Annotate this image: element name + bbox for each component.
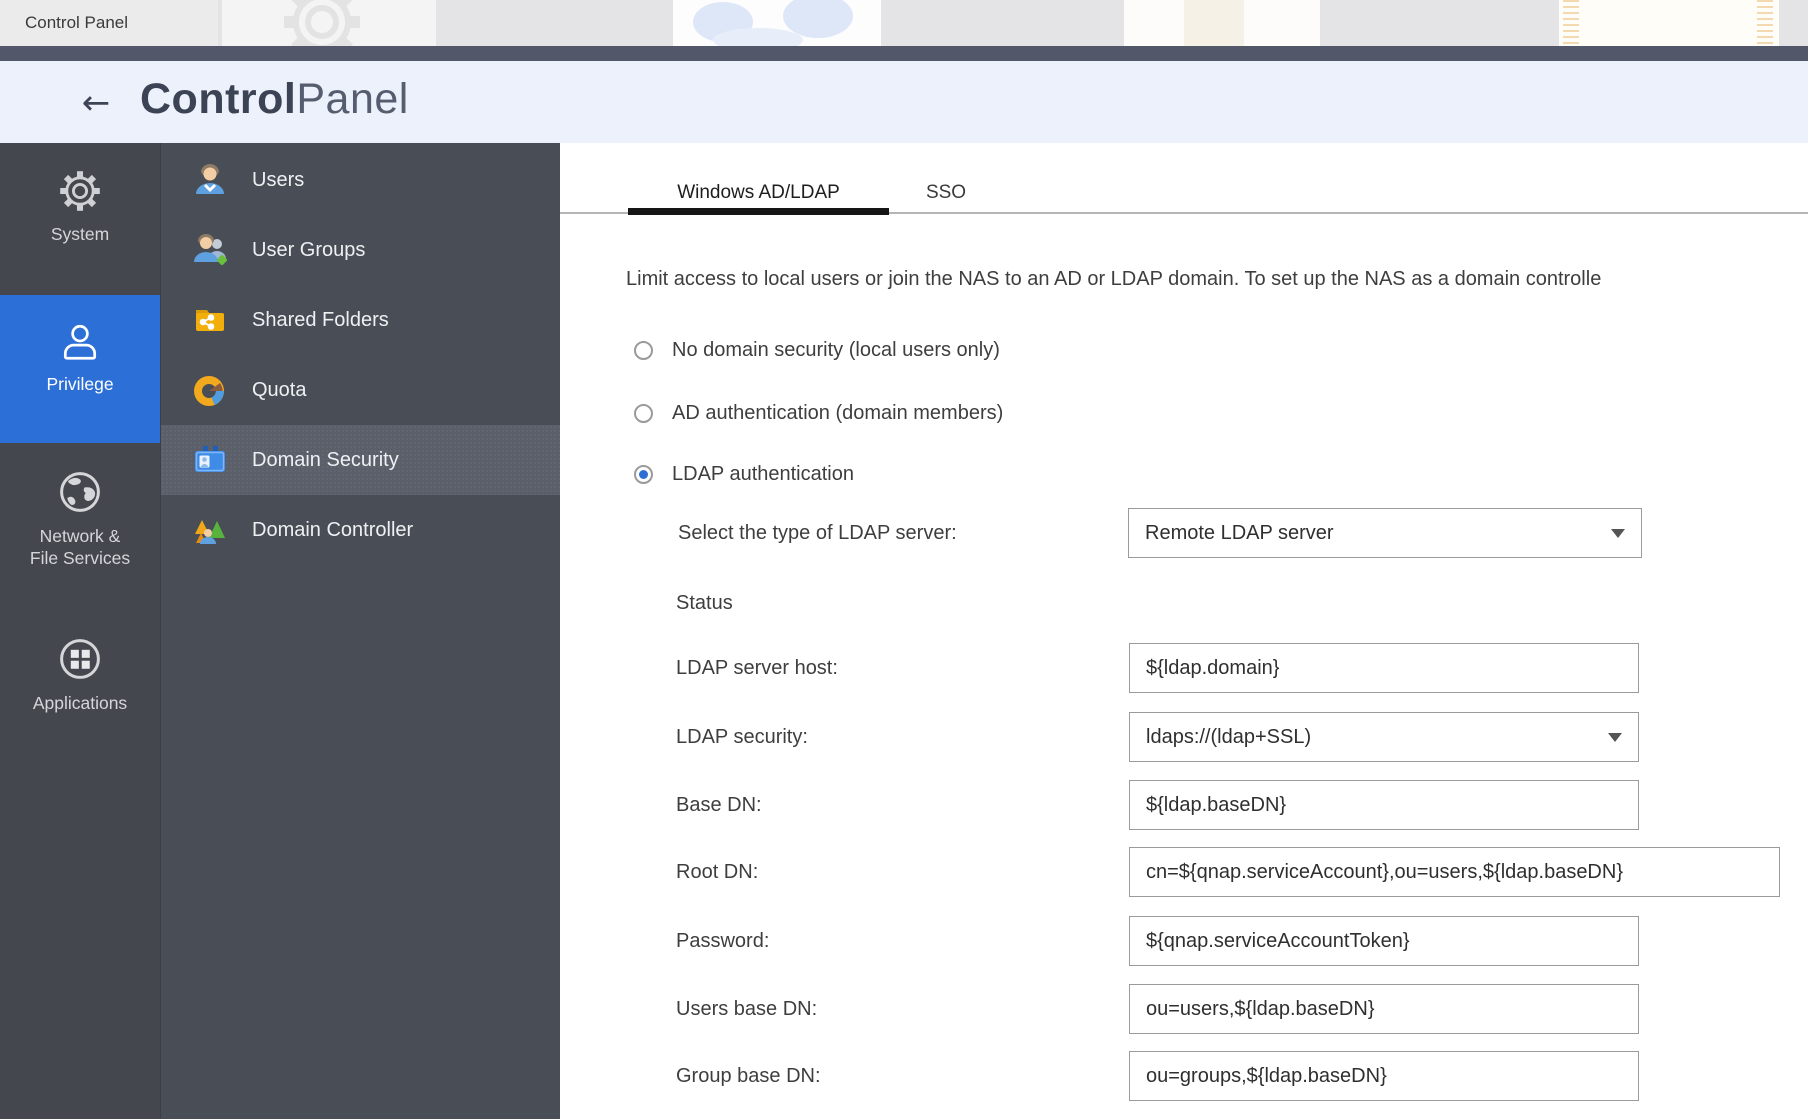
menu-item-shared-folders[interactable]: Shared Folders bbox=[161, 285, 560, 355]
thumbnail-graphic bbox=[1563, 0, 1579, 46]
ldap-server-host-input[interactable] bbox=[1129, 643, 1639, 693]
taskbar: Control Panel bbox=[0, 0, 1808, 46]
control-panel-window: Control Panel bbox=[0, 0, 1808, 1119]
menu-item-label: Domain Security bbox=[252, 449, 399, 472]
window-thumbnail[interactable] bbox=[1124, 0, 1320, 46]
tab-sso[interactable]: SSO bbox=[900, 181, 992, 205]
field-label: Password: bbox=[676, 916, 769, 966]
sidebar-item-applications[interactable]: Applications bbox=[0, 610, 160, 770]
page-title: ControlPanel bbox=[140, 75, 409, 124]
domain-security-panel: Windows AD/LDAP SSO Limit access to loca… bbox=[560, 143, 1808, 1119]
radio-label: AD authentication (domain members) bbox=[672, 402, 1003, 425]
category-sidebar: System Privilege Network & File Services bbox=[0, 143, 160, 1119]
radio-ldap-authentication[interactable]: LDAP authentication bbox=[634, 462, 854, 486]
select-value: Remote LDAP server bbox=[1145, 522, 1334, 545]
users-icon bbox=[192, 162, 228, 198]
group-base-dn-row: Group base DN: bbox=[676, 1051, 1806, 1101]
base-dn-input[interactable] bbox=[1129, 780, 1639, 830]
root-dn-input[interactable] bbox=[1129, 847, 1780, 897]
tab-bar: Windows AD/LDAP SSO bbox=[560, 143, 1808, 214]
menu-item-quota[interactable]: Quota bbox=[161, 355, 560, 425]
ldap-security-row: LDAP security: ldaps://(ldap+SSL) bbox=[676, 712, 1806, 762]
menu-item-label: User Groups bbox=[252, 239, 365, 262]
window-title-bar bbox=[0, 46, 1808, 61]
sidebar-item-label: System bbox=[51, 223, 109, 245]
menu-item-domain-controller[interactable]: Domain Controller bbox=[161, 495, 560, 565]
field-label: LDAP server host: bbox=[676, 643, 838, 693]
menu-item-label: Domain Controller bbox=[252, 519, 413, 542]
password-input[interactable] bbox=[1129, 916, 1639, 966]
user-groups-icon bbox=[192, 232, 228, 268]
radio-ad-authentication[interactable]: AD authentication (domain members) bbox=[634, 401, 1003, 425]
chevron-down-icon bbox=[1608, 733, 1622, 742]
gear-icon bbox=[58, 169, 102, 213]
sidebar-item-label: Applications bbox=[33, 692, 127, 714]
radio-circle-selected[interactable] bbox=[634, 465, 653, 484]
field-label: Users base DN: bbox=[676, 984, 817, 1034]
users-base-dn-input[interactable] bbox=[1129, 984, 1639, 1034]
page-title-light: Panel bbox=[296, 75, 408, 123]
active-tab-underline bbox=[628, 208, 889, 215]
ldap-server-type-row: Select the type of LDAP server: Remote L… bbox=[678, 508, 1808, 558]
description-text: Limit access to local users or join the … bbox=[626, 268, 1808, 294]
window-thumbnail[interactable] bbox=[1559, 0, 1779, 46]
gear-thumbnail-icon bbox=[282, 0, 362, 46]
quota-pie-icon bbox=[192, 372, 228, 408]
ldap-server-type-select[interactable]: Remote LDAP server bbox=[1128, 508, 1642, 558]
field-label: Base DN: bbox=[676, 780, 762, 830]
chevron-down-icon bbox=[1611, 529, 1625, 538]
sidebar-item-label: Network & File Services bbox=[30, 525, 130, 569]
root-dn-row: Root DN: bbox=[676, 847, 1806, 897]
menu-item-user-groups[interactable]: User Groups bbox=[161, 215, 560, 285]
domain-security-badge-icon bbox=[192, 442, 228, 478]
field-label: Group base DN: bbox=[676, 1051, 821, 1101]
ldap-security-select[interactable]: ldaps://(ldap+SSL) bbox=[1129, 712, 1639, 762]
menu-item-users[interactable]: Users bbox=[161, 145, 560, 215]
select-value: ldaps://(ldap+SSL) bbox=[1146, 726, 1311, 749]
menu-item-domain-security[interactable]: Domain Security bbox=[161, 425, 560, 495]
menu-item-label: Shared Folders bbox=[252, 309, 389, 332]
privilege-menu: Users User Groups Shared Fol bbox=[160, 143, 560, 1119]
tab-windows-ad-ldap[interactable]: Windows AD/LDAP bbox=[628, 181, 889, 205]
page-title-bold: Control bbox=[140, 75, 296, 123]
field-label: Root DN: bbox=[676, 847, 758, 897]
password-row: Password: bbox=[676, 916, 1806, 966]
menu-item-label: Users bbox=[252, 169, 304, 192]
field-label: Select the type of LDAP server: bbox=[678, 508, 957, 558]
domain-controller-icon bbox=[192, 512, 228, 548]
sidebar-item-label: Privilege bbox=[46, 373, 113, 395]
base-dn-row: Base DN: bbox=[676, 780, 1806, 830]
radio-label: No domain security (local users only) bbox=[672, 339, 1000, 362]
label-line-1: Network & bbox=[40, 526, 121, 546]
radio-circle[interactable] bbox=[634, 404, 653, 423]
header: ← ControlPanel bbox=[0, 61, 1808, 143]
applications-grid-icon bbox=[57, 636, 103, 682]
radio-no-domain-security[interactable]: No domain security (local users only) bbox=[634, 338, 1000, 362]
window-thumbnail[interactable] bbox=[222, 0, 436, 46]
shared-folders-icon bbox=[192, 302, 228, 338]
label-line-2: File Services bbox=[30, 548, 130, 568]
sidebar-item-privilege[interactable]: Privilege bbox=[0, 295, 160, 443]
radio-label: LDAP authentication bbox=[672, 463, 854, 486]
person-icon bbox=[59, 321, 101, 363]
thumbnail-graphic bbox=[1184, 0, 1244, 46]
taskbar-tab-label: Control Panel bbox=[25, 13, 128, 33]
status-label: Status bbox=[676, 578, 733, 628]
back-arrow-icon[interactable]: ← bbox=[76, 83, 116, 123]
thumbnail-graphic bbox=[1757, 0, 1773, 46]
sidebar-item-network-file-services[interactable]: Network & File Services bbox=[0, 443, 160, 610]
group-base-dn-input[interactable] bbox=[1129, 1051, 1639, 1101]
sidebar-item-system[interactable]: System bbox=[0, 143, 160, 295]
taskbar-tab-control-panel[interactable]: Control Panel bbox=[0, 0, 218, 46]
status-row: Status bbox=[676, 578, 1076, 628]
menu-item-label: Quota bbox=[252, 379, 306, 402]
window-thumbnail[interactable] bbox=[673, 0, 881, 46]
radio-circle[interactable] bbox=[634, 341, 653, 360]
field-label: LDAP security: bbox=[676, 712, 808, 762]
users-base-dn-row: Users base DN: bbox=[676, 984, 1806, 1034]
thumbnail-graphic bbox=[713, 28, 803, 46]
globe-icon bbox=[57, 469, 103, 515]
ldap-server-host-row: LDAP server host: bbox=[676, 643, 1806, 693]
